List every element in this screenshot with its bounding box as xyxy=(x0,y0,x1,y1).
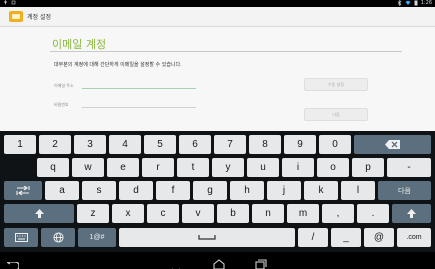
key-comma[interactable]: , xyxy=(322,204,354,223)
key-dotcom[interactable]: .com xyxy=(397,228,431,247)
key-5[interactable]: 5 xyxy=(144,135,176,154)
key-m[interactable]: m xyxy=(287,204,319,223)
email-app-icon[interactable] xyxy=(9,11,23,22)
title-divider xyxy=(50,51,402,52)
page-title: 이메일 계정 xyxy=(52,38,107,51)
key-7[interactable]: 7 xyxy=(214,135,246,154)
key-p[interactable]: p xyxy=(352,158,384,177)
key-t[interactable]: t xyxy=(177,158,209,177)
space-bar-icon xyxy=(198,235,216,240)
key-w[interactable]: w xyxy=(72,158,104,177)
keyboard-icon xyxy=(14,233,28,242)
key-c[interactable]: c xyxy=(147,204,179,223)
key-a[interactable]: a xyxy=(45,181,79,200)
key-1[interactable]: 1 xyxy=(4,135,36,154)
key-j[interactable]: j xyxy=(267,181,301,200)
email-label: 이메일 주소 xyxy=(54,83,74,88)
key-v[interactable]: v xyxy=(182,204,214,223)
key-2[interactable]: 2 xyxy=(39,135,71,154)
key-u[interactable]: u xyxy=(247,158,279,177)
globe-icon xyxy=(52,232,64,243)
recent-apps-icon[interactable] xyxy=(255,255,267,269)
key-h[interactable]: h xyxy=(230,181,264,200)
tab-icon xyxy=(16,186,30,195)
key-n[interactable]: n xyxy=(252,204,284,223)
soft-keyboard: 1 2 3 4 5 6 7 8 9 0 q w e r t y u i o p … xyxy=(0,131,435,252)
tab-key[interactable] xyxy=(4,181,42,200)
key-4[interactable]: 4 xyxy=(109,135,141,154)
language-key[interactable] xyxy=(41,228,75,247)
key-k[interactable]: k xyxy=(304,181,338,200)
shift-icon xyxy=(34,209,44,218)
key-8[interactable]: 8 xyxy=(249,135,281,154)
shift-icon xyxy=(407,209,416,218)
email-field[interactable] xyxy=(82,88,196,89)
key-0[interactable]: 0 xyxy=(319,135,351,154)
home-icon[interactable] xyxy=(213,255,225,269)
next-key[interactable]: 다음 xyxy=(378,181,431,200)
key-q[interactable]: q xyxy=(37,158,69,177)
backspace-icon xyxy=(384,140,401,149)
key-l[interactable]: l xyxy=(341,181,375,200)
key-x[interactable]: x xyxy=(112,204,144,223)
symbols-key[interactable]: 1@# xyxy=(78,228,116,247)
navigation-bar xyxy=(0,252,435,269)
status-bar: 1:26 xyxy=(0,0,435,7)
key-y[interactable]: y xyxy=(212,158,244,177)
shift-key-left[interactable] xyxy=(4,204,74,223)
key-o[interactable]: o xyxy=(317,158,349,177)
manual-setup-button[interactable]: 수동 설정 xyxy=(304,78,368,91)
backspace-key[interactable] xyxy=(354,135,431,154)
key-at[interactable]: @ xyxy=(364,228,394,247)
shift-key-right[interactable] xyxy=(392,204,431,223)
key-b[interactable]: b xyxy=(217,204,249,223)
key-3[interactable]: 3 xyxy=(74,135,106,154)
back-icon[interactable] xyxy=(6,256,20,269)
action-bar: 계정 설정 xyxy=(0,7,435,27)
action-bar-title: 계정 설정 xyxy=(27,14,51,21)
key-6[interactable]: 6 xyxy=(179,135,211,154)
setup-description: 대부분의 계정에 대해 간단하게 이메일을 설정할 수 있습니다. xyxy=(54,62,182,68)
key-f[interactable]: f xyxy=(156,181,190,200)
keyboard-settings-key[interactable] xyxy=(4,228,38,247)
password-label: 비밀번호 xyxy=(54,102,69,107)
key-e[interactable]: e xyxy=(107,158,139,177)
key-i[interactable]: i xyxy=(282,158,314,177)
key-underscore[interactable]: _ xyxy=(331,228,361,247)
key-s[interactable]: s xyxy=(82,181,116,200)
key-period[interactable]: . xyxy=(357,204,389,223)
next-button[interactable]: 다음 xyxy=(304,108,368,121)
key-hyphen[interactable]: - xyxy=(387,158,431,177)
key-z[interactable]: z xyxy=(77,204,109,223)
space-key[interactable] xyxy=(119,228,295,247)
password-field[interactable] xyxy=(82,107,196,108)
key-g[interactable]: g xyxy=(193,181,227,200)
key-d[interactable]: d xyxy=(119,181,153,200)
key-slash[interactable]: / xyxy=(298,228,328,247)
hide-keyboard-icon[interactable] xyxy=(171,258,181,269)
email-setup-panel: 이메일 계정 대부분의 계정에 대해 간단하게 이메일을 설정할 수 있습니다.… xyxy=(0,27,435,131)
key-9[interactable]: 9 xyxy=(284,135,316,154)
key-r[interactable]: r xyxy=(142,158,174,177)
